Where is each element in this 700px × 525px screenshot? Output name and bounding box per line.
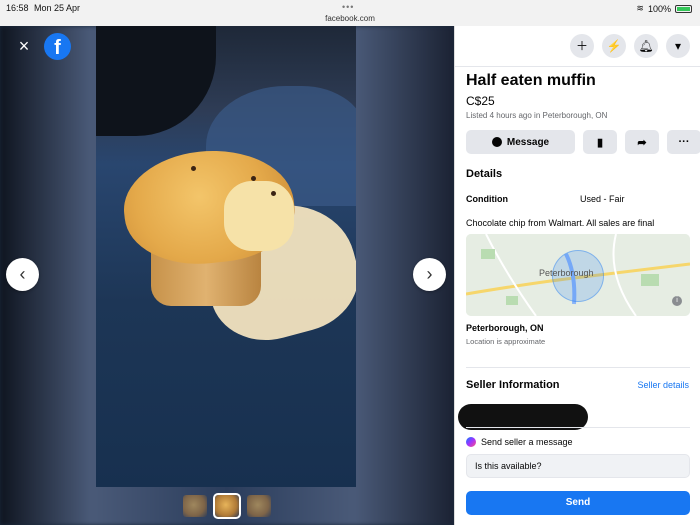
seller-details-link[interactable]: Seller details [637,380,689,390]
thumbnail-strip [183,493,271,519]
listing-price: C$25 [466,94,495,108]
thumbnail[interactable] [183,495,207,517]
divider [466,367,690,368]
condition-value: Used - Fair [580,194,625,204]
previous-photo-button[interactable]: ‹ [6,258,39,291]
listing-description: Chocolate chip from Walmart. All sales a… [466,218,655,228]
plus-icon[interactable]: ＋ [570,34,594,58]
multitask-dots-icon[interactable]: ••• [342,2,354,12]
save-button[interactable]: ▮ [583,130,617,154]
share-icon: ➦ [637,136,647,149]
seller-heading: Seller Information [466,379,560,391]
next-photo-button[interactable]: › [413,258,446,291]
close-icon[interactable]: × [12,34,36,58]
bell-icon[interactable]: 🔔︎ [634,34,658,58]
listing-title: Half eaten muffin [466,72,596,89]
action-buttons: Message ▮ ➦ ··· [466,130,700,154]
messenger-icon [491,137,502,147]
divider [466,427,690,428]
more-button[interactable]: ··· [667,130,700,154]
location-note: Location is approximate [466,337,546,346]
facebook-logo-icon[interactable]: f [44,33,71,60]
status-right: ≋ 100% [636,3,692,14]
message-button-label: Message [506,136,550,148]
status-date: Mon 25 Apr [34,3,81,13]
share-button[interactable]: ➦ [625,130,659,154]
photo-viewer: × f ‹ › [0,26,454,525]
address-bar-url[interactable]: facebook.com [0,14,700,23]
send-seller-label: Send seller a message [481,437,573,447]
top-icons: ＋ ⚡ 🔔︎ ▾ [570,34,690,58]
location-map[interactable]: Peterborough i [466,234,690,316]
divider [455,66,700,67]
battery-icon [675,4,692,13]
message-button[interactable]: Message [466,130,575,154]
status-time: 16:58 [6,3,29,13]
battery-percent: 100% [647,3,671,14]
caret-down-icon[interactable]: ▾ [666,34,690,58]
thumbnail-selected[interactable] [213,493,241,519]
message-input[interactable] [466,454,690,478]
location-name: Peterborough, ON [466,323,544,333]
map-label: Peterborough [539,268,594,278]
listed-info: Listed 4 hours ago in Peterborough, ON [466,111,608,120]
listing-photo [96,26,356,487]
more-icon: ··· [678,136,690,148]
send-button[interactable]: Send [466,491,690,515]
status-bar: 16:58 Mon 25 Apr ••• facebook.com ≋ 100% [0,0,700,26]
listing-panel: ＋ ⚡ 🔔︎ ▾ Half eaten muffin C$25 Listed 4… [454,26,700,525]
messenger-icon[interactable]: ⚡ [602,34,626,58]
bookmark-icon: ▮ [596,136,604,149]
messenger-icon [466,437,476,447]
thumbnail[interactable] [247,495,271,517]
condition-label: Condition [466,194,508,204]
details-heading: Details [466,168,503,180]
info-icon[interactable]: i [672,296,682,306]
wifi-icon: ≋ [636,3,644,13]
send-seller-row: Send seller a message [466,437,573,447]
